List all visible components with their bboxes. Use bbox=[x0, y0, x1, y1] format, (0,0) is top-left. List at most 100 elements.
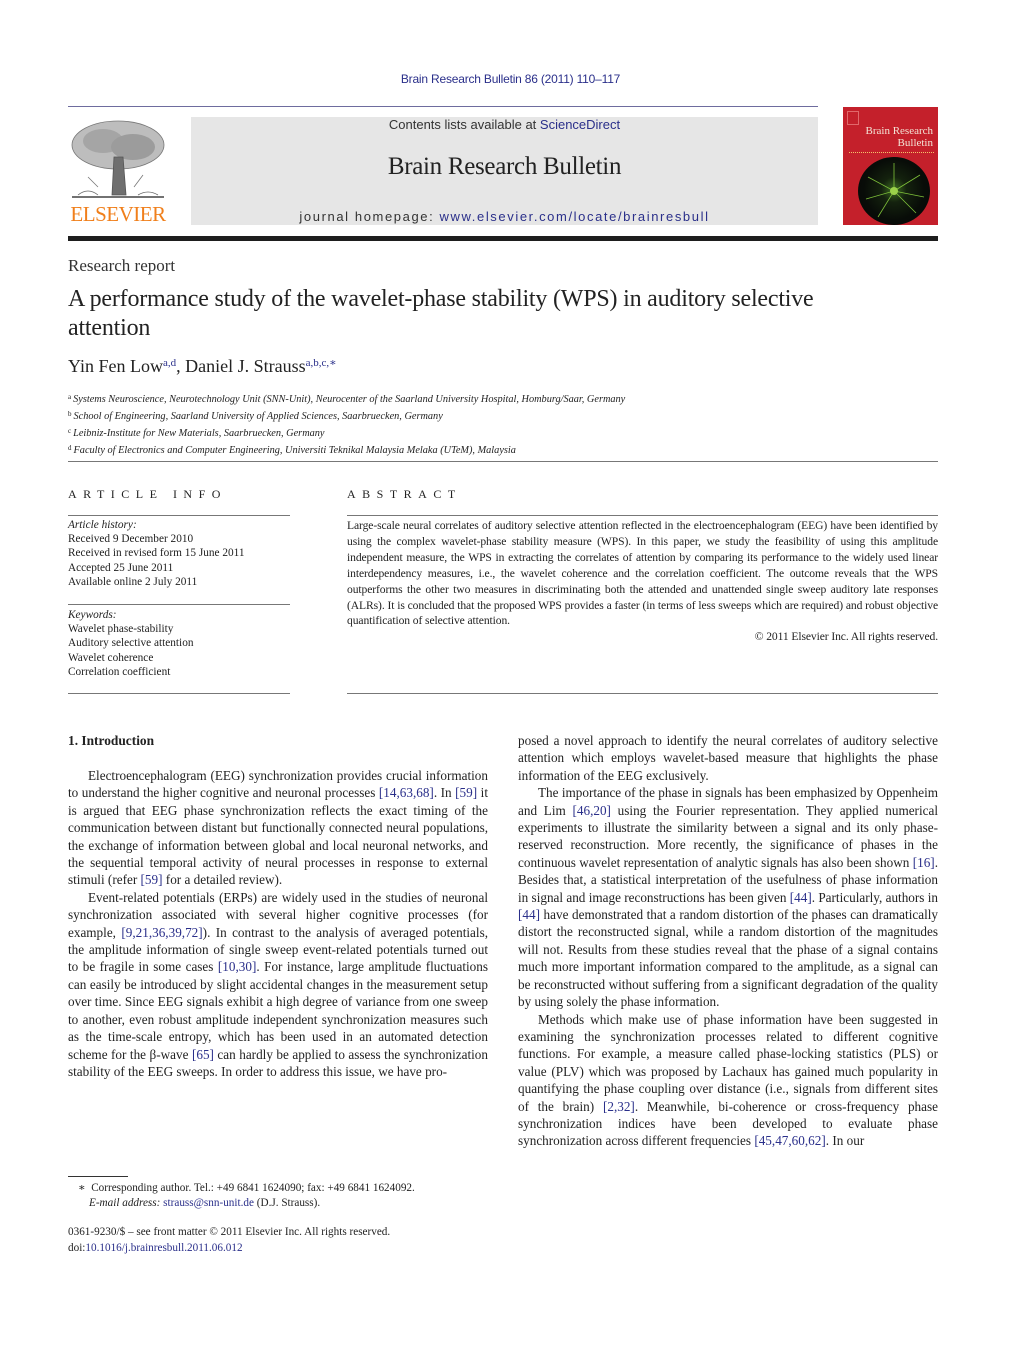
affiliation-text: School of Engineering, Saarland Universi… bbox=[73, 411, 443, 422]
body-paragraph: Methods which make use of phase informat… bbox=[518, 1011, 938, 1150]
journal-cover-image[interactable]: Brain Research Bulletin bbox=[843, 107, 938, 225]
citation-link[interactable]: [65] bbox=[192, 1047, 214, 1062]
article-title: A performance study of the wavelet-phase… bbox=[68, 286, 814, 341]
affiliation-text: Leibniz-Institute for New Materials, Saa… bbox=[73, 428, 325, 439]
affiliation-item: a Systems Neuroscience, Neurotechnology U… bbox=[68, 390, 625, 407]
footnote-divider bbox=[68, 1176, 128, 1177]
elsevier-wordmark: ELSEVIER bbox=[70, 202, 166, 226]
citation-link[interactable]: [16] bbox=[913, 855, 935, 870]
body-paragraph: Event-related potentials (ERPs) are wide… bbox=[68, 889, 488, 1080]
affiliation-item: b School of Engineering, Saarland Univers… bbox=[68, 407, 625, 424]
history-item: Received 9 December 2010 bbox=[68, 533, 194, 546]
sciencedirect-link[interactable]: ScienceDirect bbox=[540, 117, 620, 132]
journal-banner: Contents lists available at ScienceDirec… bbox=[191, 117, 818, 225]
header-divider bbox=[68, 106, 818, 107]
body-paragraph: posed a novel approach to identify the n… bbox=[518, 732, 938, 784]
body-column-right: posed a novel approach to identify the n… bbox=[518, 732, 938, 1150]
author-affiliation-marks[interactable]: a,b,c,∗ bbox=[306, 357, 337, 369]
affiliation-key: a bbox=[68, 393, 72, 401]
citation-link[interactable]: [59] bbox=[455, 785, 477, 800]
article-info-heading: ARTICLE INFO bbox=[68, 487, 227, 501]
divider bbox=[347, 515, 938, 516]
elsevier-tree-icon bbox=[71, 120, 165, 198]
author-name[interactable]: Daniel J. Strauss bbox=[185, 356, 306, 376]
footnote-marker: ∗ bbox=[78, 1182, 86, 1194]
cover-elsevier-mini-logo-icon bbox=[847, 111, 859, 125]
doi-prefix: doi: bbox=[68, 1241, 86, 1254]
doi-link[interactable]: 10.1016/j.brainresbull.2011.06.012 bbox=[85, 1242, 242, 1254]
header-thick-divider bbox=[68, 236, 938, 241]
affiliation-text: Systems Neuroscience, Neurotechnology Un… bbox=[73, 394, 626, 405]
article-type: Research report bbox=[68, 256, 176, 275]
abstract-body: Large-scale neural correlates of auditor… bbox=[347, 519, 938, 628]
neuron-icon bbox=[865, 163, 925, 218]
citation-link[interactable]: [9,21,36,39,72] bbox=[121, 925, 202, 940]
citation-link[interactable]: [2,32] bbox=[603, 1099, 635, 1114]
keyword-item: Auditory selective attention bbox=[68, 637, 194, 650]
affiliations: a Systems Neuroscience, Neurotechnology U… bbox=[68, 390, 625, 458]
paragraph-text: for a detailed review). bbox=[162, 872, 283, 888]
keywords-label: Keywords: bbox=[68, 609, 117, 621]
body-paragraph: Electroencephalogram (EEG) synchronizati… bbox=[68, 767, 488, 889]
keyword-item: Correlation coefficient bbox=[68, 665, 171, 678]
footnote-email-line: E-mail address: strauss@snn-unit.de (D.J… bbox=[78, 1196, 415, 1211]
affiliation-item: c Leibniz-Institute for New Materials, Sa… bbox=[68, 424, 625, 441]
keyword-item: Wavelet coherence bbox=[68, 651, 154, 664]
citation-link[interactable]: [44] bbox=[790, 890, 812, 905]
author-affiliation-marks[interactable]: a,d bbox=[163, 357, 176, 369]
abstract-heading: ABSTRACT bbox=[347, 487, 462, 501]
homepage-line: journal homepage: www.elsevier.com/locat… bbox=[191, 209, 818, 224]
history-item: Received in revised form 15 June 2011 bbox=[68, 547, 245, 560]
citation-link[interactable]: [10,30] bbox=[218, 959, 256, 974]
journal-citation[interactable]: Brain Research Bulletin 86 (2011) 110–11… bbox=[0, 72, 1021, 86]
email-label: E-mail address: bbox=[89, 1197, 161, 1209]
author-list: Yin Fen Lowa,d, Daniel J. Straussa,b,c,∗ bbox=[68, 356, 337, 377]
front-matter: 0361-9230/$ – see front matter © 2011 El… bbox=[68, 1225, 390, 1256]
citation-link[interactable]: [45,47,60,62] bbox=[754, 1133, 825, 1148]
email-link[interactable]: strauss@snn-unit.de bbox=[163, 1197, 254, 1209]
body-paragraph: The importance of the phase in signals h… bbox=[518, 784, 938, 1010]
keywords: Keywords: Wavelet phase-stability Audito… bbox=[68, 608, 194, 679]
elsevier-logo[interactable]: ELSEVIER bbox=[68, 117, 168, 227]
citation-link[interactable]: [14,63,68] bbox=[379, 785, 434, 800]
divider bbox=[68, 604, 290, 605]
divider bbox=[68, 515, 290, 516]
affiliation-item: d Faculty of Electronics and Computer Eng… bbox=[68, 441, 625, 458]
body-column-left: Electroencephalogram (EEG) synchronizati… bbox=[68, 767, 488, 1080]
history-item: Available online 2 July 2011 bbox=[68, 575, 198, 588]
paragraph-text: posed a novel approach to identify the n… bbox=[518, 733, 938, 783]
footnote-line: ∗ Corresponding author. Tel.: +49 6841 1… bbox=[78, 1181, 415, 1196]
paragraph-text: . In bbox=[433, 785, 456, 801]
author-separator: , bbox=[176, 356, 186, 376]
affiliation-key: b bbox=[68, 410, 72, 418]
cover-title-line-1: Brain Research bbox=[865, 125, 934, 137]
journal-homepage-link[interactable]: www.elsevier.com/locate/brainresbull bbox=[440, 209, 710, 224]
history-item: Accepted 25 June 2011 bbox=[68, 561, 174, 574]
section-heading-introduction: 1. Introduction bbox=[68, 733, 155, 748]
footnote-contact: Corresponding author. Tel.: +49 6841 162… bbox=[91, 1182, 415, 1194]
corresponding-author-footnote: ∗ Corresponding author. Tel.: +49 6841 1… bbox=[78, 1181, 415, 1211]
journal-name: Brain Research Bulletin bbox=[387, 153, 622, 180]
citation-link[interactable]: [46,20] bbox=[572, 803, 610, 818]
author-name[interactable]: Yin Fen Low bbox=[68, 356, 163, 376]
affiliation-key: c bbox=[68, 427, 72, 435]
cover-title: Brain Research Bulletin bbox=[866, 125, 934, 149]
article-history: Article history: Received 9 December 201… bbox=[68, 518, 245, 589]
affiliations-divider bbox=[68, 461, 938, 462]
article-history-label: Article history: bbox=[68, 519, 137, 531]
issn-line: 0361-9230/$ – see front matter © 2011 El… bbox=[68, 1226, 391, 1238]
affiliation-text: Faculty of Electronics and Computer Engi… bbox=[73, 445, 516, 456]
divider bbox=[347, 693, 938, 694]
keyword-item: Wavelet phase-stability bbox=[68, 623, 174, 636]
contents-prefix: Contents lists available at bbox=[388, 117, 540, 132]
cover-dotted-rule bbox=[849, 152, 934, 153]
paragraph-text: have demonstrated that a random distorti… bbox=[518, 907, 938, 1010]
paragraph-text: . In our bbox=[825, 1133, 865, 1149]
paragraph-text: . Particularly, authors in bbox=[811, 889, 938, 905]
email-suffix: (D.J. Strauss). bbox=[253, 1197, 321, 1209]
homepage-prefix: journal homepage: bbox=[299, 209, 440, 224]
doi-line: doi:10.1016/j.brainresbull.2011.06.012 bbox=[68, 1241, 390, 1257]
citation-link[interactable]: [59] bbox=[141, 872, 163, 887]
cover-title-line-2: Bulletin bbox=[897, 137, 933, 149]
citation-link[interactable]: [44] bbox=[518, 907, 540, 922]
